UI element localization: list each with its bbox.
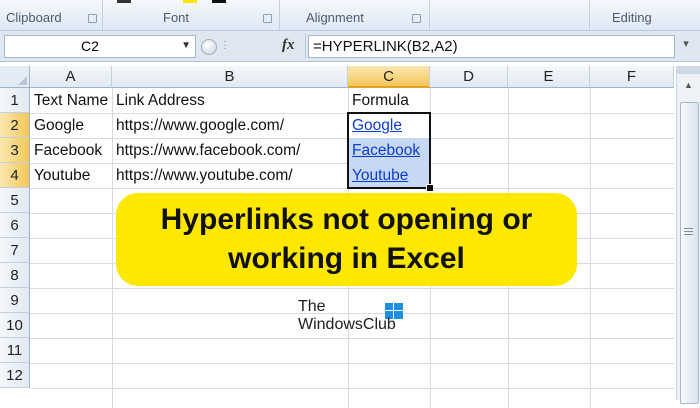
row-header-9[interactable]: 9 (0, 288, 30, 313)
row-header-8[interactable]: 8 (0, 263, 30, 288)
ribbon-group-font: Font (103, 0, 280, 30)
row-header-3[interactable]: 3 (0, 138, 30, 163)
row-header-11[interactable]: 11 (0, 338, 30, 363)
ribbon-group-labels: Clipboard Font Alignment Editing (0, 0, 700, 31)
column-header-a[interactable]: A (30, 66, 112, 88)
font-dialog-launcher-icon[interactable] (263, 14, 272, 23)
ribbon-group-editing: Editing (590, 0, 700, 30)
cell-a1[interactable]: Text Name (31, 88, 112, 113)
expand-formula-bar-icon[interactable]: ▾ (679, 37, 693, 53)
gridline (30, 388, 674, 389)
row-header-6[interactable]: 6 (0, 213, 30, 238)
row-header-2[interactable]: 2 (0, 113, 30, 138)
font-group-label: Font (163, 10, 190, 25)
editing-group-label: Editing (612, 10, 652, 25)
row-header-4[interactable]: 4 (0, 163, 30, 188)
gridline (590, 88, 591, 408)
column-header-c[interactable]: C (348, 66, 430, 88)
cell-a3[interactable]: Facebook (31, 138, 112, 163)
clipboard-dialog-launcher-icon[interactable] (88, 14, 97, 23)
scrollbar-grip-icon (684, 228, 693, 236)
column-header-b[interactable]: B (112, 66, 348, 88)
scroll-up-icon[interactable]: ▲ (681, 78, 696, 92)
more-dots-icon: ⋮ (220, 40, 231, 51)
row-header-1[interactable]: 1 (0, 88, 30, 113)
banner-title-line2: working in Excel (228, 242, 465, 275)
banner-title-line1: Hyperlinks not opening or (160, 203, 533, 236)
scrollbar-thumb[interactable] (680, 102, 699, 404)
name-box[interactable]: C2 ▼ (4, 35, 196, 58)
column-header-f[interactable]: F (590, 66, 674, 88)
fill-handle[interactable] (426, 184, 434, 192)
select-all-button[interactable] (0, 66, 30, 88)
insert-function-button[interactable]: fx (282, 37, 295, 54)
name-box-value: C2 (81, 38, 99, 54)
gridline (30, 288, 674, 289)
row-header-5[interactable]: 5 (0, 188, 30, 213)
row-header-12[interactable]: 12 (0, 363, 30, 388)
row-header-10[interactable]: 10 (0, 313, 30, 338)
selection-range[interactable] (347, 112, 431, 189)
cell-b2[interactable]: https://www.google.com/ (113, 113, 348, 138)
formula-bar: C2 ▼ ⋮ fx =HYPERLINK(B2,A2) ▾ (0, 31, 700, 62)
formula-text: =HYPERLINK(B2,A2) (313, 38, 458, 55)
formula-separator (305, 34, 306, 58)
title-banner: Hyperlinks not opening or working in Exc… (116, 193, 577, 286)
ribbon-group-number (430, 0, 590, 30)
formula-bar-resize-icon[interactable] (201, 39, 217, 55)
cell-a4[interactable]: Youtube (31, 163, 112, 188)
column-header-d[interactable]: D (430, 66, 508, 88)
logo-text-the: The (298, 298, 326, 315)
cell-b1[interactable]: Link Address (113, 88, 348, 113)
formula-input[interactable]: =HYPERLINK(B2,A2) (308, 35, 675, 58)
vertical-scrollbar[interactable]: ▲ (676, 66, 700, 404)
ribbon-group-clipboard: Clipboard (0, 0, 103, 30)
clipboard-group-label: Clipboard (6, 10, 62, 25)
site-logo: The WindowsClub (296, 298, 416, 338)
cell-b4[interactable]: https://www.youtube.com/ (113, 163, 348, 188)
gridline (30, 338, 674, 339)
column-header-e[interactable]: E (508, 66, 590, 88)
gridline (30, 363, 674, 364)
logo-text-windowsclub: WindowsClub (298, 316, 396, 333)
ribbon-group-alignment: Alignment (280, 0, 430, 30)
cell-a2[interactable]: Google (31, 113, 112, 138)
row-header-7[interactable]: 7 (0, 238, 30, 263)
alignment-dialog-launcher-icon[interactable] (412, 14, 421, 23)
alignment-group-label: Alignment (306, 10, 364, 25)
cell-c1[interactable]: Formula (349, 88, 430, 113)
split-box[interactable] (676, 66, 700, 74)
cell-b3[interactable]: https://www.facebook.com/ (113, 138, 348, 163)
chevron-down-icon[interactable]: ▼ (181, 40, 191, 51)
